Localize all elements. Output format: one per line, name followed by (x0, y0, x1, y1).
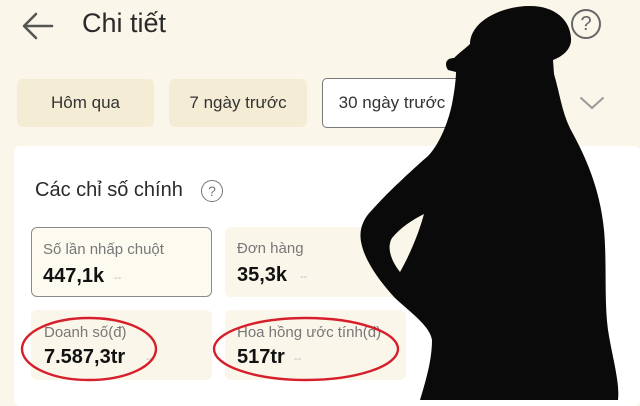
metric-label: Đơn hàng (237, 240, 304, 257)
metric-change: -- (300, 271, 308, 283)
revenue-highlight-circle (20, 316, 158, 382)
metric-card-clicks[interactable]: Số lần nhấp chuột 447,1k -- (31, 227, 212, 297)
metric-value: 447,1k (43, 265, 105, 287)
info-icon[interactable]: ? (201, 180, 223, 202)
tab-label: 30 ngày trước (338, 93, 446, 112)
tab-label: 7 ngày trước (189, 93, 287, 112)
back-arrow-icon[interactable] (20, 10, 56, 42)
chevron-down-icon[interactable] (577, 91, 607, 115)
metric-change: -- (114, 272, 122, 284)
tab-label: Hôm qua (51, 93, 120, 112)
metric-card-orders[interactable]: Đơn hàng 35,3k -- (225, 227, 406, 297)
header-bar: Chi tiết ? (0, 0, 640, 60)
tab-30-days[interactable]: 30 ngày trước (322, 78, 462, 128)
page-title: Chi tiết (82, 8, 167, 38)
metric-value: 35,3k (237, 264, 288, 286)
tab-yesterday[interactable]: Hôm qua (17, 79, 154, 127)
section-title: Các chỉ số chính (35, 179, 183, 201)
metric-label: Số lần nhấp chuột (43, 241, 164, 258)
tab-7-days[interactable]: 7 ngày trước (169, 79, 307, 127)
commission-highlight-circle (212, 316, 400, 382)
help-button[interactable]: ? (571, 9, 601, 39)
